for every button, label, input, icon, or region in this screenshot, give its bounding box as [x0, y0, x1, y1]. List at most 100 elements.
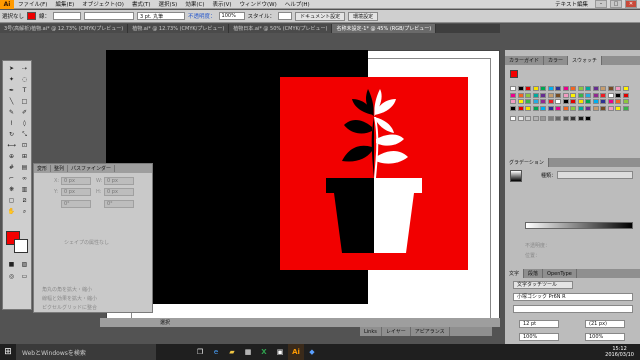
swatch-chip[interactable]	[577, 99, 584, 104]
menu-help[interactable]: ヘルプ(H)	[281, 0, 314, 8]
workspace-switcher[interactable]: テキスト編集	[551, 0, 592, 8]
stroke-color-swatch[interactable]	[14, 239, 28, 253]
hand-tool-icon[interactable]: ✋	[6, 208, 17, 216]
swatch-chip[interactable]	[555, 105, 561, 111]
swatch-chip[interactable]	[510, 105, 516, 111]
tab-layers[interactable]: レイヤー	[382, 327, 411, 336]
swatch-chip[interactable]	[622, 86, 629, 91]
tab-links[interactable]: Links	[360, 327, 382, 336]
menu-view[interactable]: 表示(V)	[208, 0, 235, 8]
free-transform-icon[interactable]: ⊡	[19, 142, 30, 150]
swatch-chip-grey[interactable]	[547, 116, 554, 121]
swatch-chip[interactable]	[585, 92, 591, 98]
zoom-tool-icon[interactable]: ⌕	[19, 208, 30, 216]
app-icon-2[interactable]: ◆	[304, 344, 320, 360]
app-icon[interactable]: ▣	[272, 344, 288, 360]
tab-character[interactable]: 文字	[505, 269, 525, 278]
menu-edit[interactable]: 編集(E)	[51, 0, 78, 8]
swatch-chip[interactable]	[585, 86, 591, 91]
swatch-chip[interactable]	[547, 92, 554, 98]
screen-mode-icon[interactable]: ▭	[19, 273, 30, 281]
draw-mode-icon[interactable]: ◎	[6, 273, 17, 281]
brush-tool-icon[interactable]: ✎	[6, 109, 17, 117]
swatch-chip[interactable]	[600, 99, 606, 104]
option-scale-strokes[interactable]: 線幅と効果を拡大・縮小	[42, 295, 97, 302]
menu-effect[interactable]: 効果(C)	[181, 0, 208, 8]
swatch-chip[interactable]	[517, 99, 524, 104]
pencil-tool-icon[interactable]: ✐	[19, 109, 30, 117]
swatch-chip-grey[interactable]	[532, 116, 539, 121]
tab-transform[interactable]: 変形	[34, 165, 52, 172]
tab-align[interactable]: 整列	[51, 165, 69, 172]
swatch-chip-grey[interactable]	[570, 116, 576, 121]
shear-input[interactable]: 0°	[104, 200, 134, 208]
taskbar-search[interactable]: WebとWindowsを検索	[16, 344, 156, 360]
swatch-chip[interactable]	[562, 99, 569, 104]
swatch-chip[interactable]	[555, 86, 561, 91]
menu-window[interactable]: ウィンドウ(W)	[236, 0, 281, 8]
tab-swatches[interactable]: スウォッチ	[568, 56, 603, 65]
swatch-chip[interactable]	[570, 99, 576, 104]
rectangle-tool-icon[interactable]: □	[19, 98, 30, 106]
horizontal-scale-input[interactable]: 100%	[585, 333, 625, 341]
tab-color-guide[interactable]: カラーガイド	[505, 56, 545, 65]
swatch-chip[interactable]	[577, 86, 584, 91]
font-family-dropdown[interactable]: 小塚ゴシック Pr6N R	[513, 293, 633, 301]
gradient-tool-icon[interactable]: ▤	[19, 164, 30, 172]
swatch-chip-grey[interactable]	[562, 116, 569, 121]
gradient-slider[interactable]	[525, 222, 633, 229]
minimize-button[interactable]: –	[595, 0, 607, 8]
swatch-chip[interactable]	[600, 86, 606, 91]
menu-file[interactable]: ファイル(F)	[14, 0, 51, 8]
document-setup-button[interactable]: ドキュメント設定	[295, 11, 346, 21]
swatch-chip[interactable]	[555, 99, 561, 104]
store-icon[interactable]: ▦	[240, 344, 256, 360]
gradient-preview[interactable]	[510, 170, 522, 182]
swatch-chip[interactable]	[525, 105, 531, 111]
brush-dropdown[interactable]: 3 pt. 丸筆	[137, 12, 186, 20]
direct-selection-tool-icon[interactable]: ⇢	[19, 65, 30, 73]
swatch-chip[interactable]	[532, 99, 539, 104]
swatch-chip[interactable]	[615, 99, 621, 104]
swatch-chip-grey[interactable]	[540, 116, 546, 121]
swatch-chip-grey[interactable]	[510, 116, 516, 121]
swatch-chip[interactable]	[547, 86, 554, 91]
perspective-grid-icon[interactable]: ⊞	[19, 153, 30, 161]
slice-tool-icon[interactable]: ⧄	[19, 197, 30, 205]
blob-brush-icon[interactable]: ⌇	[6, 120, 17, 128]
swatch-chip[interactable]	[510, 99, 516, 104]
swatch-chip[interactable]	[532, 92, 539, 98]
excel-icon[interactable]: X	[256, 344, 272, 360]
font-style-dropdown[interactable]	[513, 305, 633, 313]
maximize-button[interactable]: □	[610, 0, 622, 8]
swatch-chip[interactable]	[615, 92, 621, 98]
swatch-chip[interactable]	[585, 105, 591, 111]
swatch-chip[interactable]	[622, 99, 629, 104]
preferences-button[interactable]: 環境設定	[348, 11, 379, 21]
swatch-chip[interactable]	[540, 105, 546, 111]
width-tool-icon[interactable]: ⟷	[6, 142, 17, 150]
swatch-chip[interactable]	[615, 105, 621, 111]
current-fill-swatch[interactable]	[510, 70, 518, 78]
tab-doc-2[interactable]: 植物.ai* @ 12.73% (CMYK/プレビュー)	[128, 24, 230, 33]
menu-type[interactable]: 書式(T)	[128, 0, 155, 8]
swatch-chip[interactable]	[562, 92, 569, 98]
swatch-chip[interactable]	[600, 105, 606, 111]
swatch-chip-grey[interactable]	[585, 116, 591, 121]
swatch-chip[interactable]	[600, 92, 606, 98]
symbol-sprayer-icon[interactable]: ❋	[6, 186, 17, 194]
font-size-input[interactable]: 12 pt	[519, 320, 559, 328]
swatch-chip[interactable]	[577, 105, 584, 111]
opacity-input[interactable]: 100%	[218, 12, 245, 20]
swatch-chip[interactable]	[577, 92, 584, 98]
tab-color[interactable]: カラー	[544, 56, 569, 65]
swatch-chip[interactable]	[622, 105, 629, 111]
touch-type-button[interactable]: 文字タッチツール	[513, 281, 573, 289]
swatch-chip[interactable]	[555, 92, 561, 98]
x-input[interactable]: 0 px	[61, 177, 91, 185]
swatch-chip[interactable]	[607, 105, 614, 111]
line-tool-icon[interactable]: ╲	[6, 98, 17, 106]
h-input[interactable]: 0 px	[104, 188, 134, 196]
y-input[interactable]: 0 px	[61, 188, 91, 196]
blend-tool-icon[interactable]: ∞	[19, 175, 30, 183]
